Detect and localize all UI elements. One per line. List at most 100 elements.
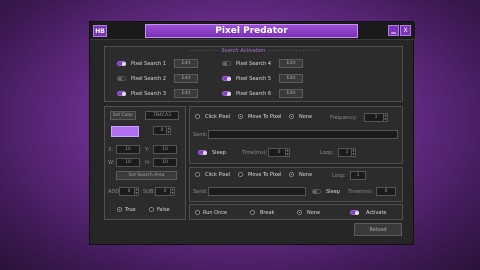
a1-none-label: None — [299, 114, 313, 120]
spinner-arrows-icon: ▲ ▼ — [166, 126, 170, 134]
set-search-area-button[interactable]: Set Search Area — [116, 171, 177, 180]
pixel-search-3-label: Pixel Search 3 — [131, 91, 167, 97]
y-label: Y: — [145, 147, 150, 153]
pixel-search-5-label: Pixel Search 5 — [236, 76, 272, 82]
pixel-search-2-label: Pixel Search 2 — [131, 76, 167, 82]
pixel-search-1-label: Pixel Search 1 — [131, 61, 167, 67]
minimize-button[interactable]: ▁ — [388, 25, 399, 36]
close-button[interactable]: X — [400, 25, 411, 36]
pixel-search-4-edit-button[interactable]: Edit — [279, 59, 303, 68]
color-settings-panel: Set Color 7B4CA3 0 ▲ ▼ X: 10 Y: 10 W: 10 … — [104, 106, 186, 220]
none-label: None — [307, 210, 321, 216]
run-mode-panel: Run Once Break None Activate — [189, 204, 403, 220]
a1-move-to-pixel-radio[interactable] — [238, 114, 243, 119]
a1-time-value: 0 — [277, 150, 281, 155]
color-hex-field[interactable]: 7B4CA3 — [145, 111, 179, 120]
add-spinner-arrows-icon: ▲ ▼ — [134, 187, 138, 195]
pixel-search-3-edit-button[interactable]: Edit — [174, 89, 198, 98]
set-color-button[interactable]: Set Color — [110, 111, 136, 120]
search-activation-title: Search Activation — [221, 48, 266, 54]
a1-frequency-input[interactable]: 1 ▲ ▼ — [364, 113, 388, 122]
pixel-search-2-edit-button[interactable]: Edit — [174, 74, 198, 83]
a1-sleep-label: Sleep — [212, 150, 226, 156]
window-title: Pixel Predator — [145, 24, 358, 38]
a2-click-pixel-radio[interactable] — [195, 172, 200, 177]
a2-send-label: Send: — [193, 189, 208, 195]
run-once-label: Run Once — [203, 210, 228, 216]
false-radio[interactable] — [149, 207, 154, 212]
action-2-panel: Click Pixel Move To Pixel None Loop: 1 S… — [189, 167, 403, 202]
a2-loop-label: Loop: — [332, 173, 346, 179]
a1-click-pixel-radio[interactable] — [195, 114, 200, 119]
pixel-search-6-label: Pixel Search 6 — [236, 91, 272, 97]
a1-loop-value: 1 — [345, 150, 349, 155]
pixel-search-5-edit-button[interactable]: Edit — [279, 74, 303, 83]
a1-time-arrows-icon: ▲ ▼ — [285, 148, 289, 156]
w-input[interactable]: 10 — [116, 158, 140, 167]
pixel-search-4-label: Pixel Search 4 — [236, 61, 272, 67]
a1-send-field[interactable] — [208, 130, 398, 139]
activate-toggle[interactable] — [350, 210, 359, 215]
true-radio[interactable] — [117, 207, 122, 212]
a1-move-to-pixel-label: Move To Pixel — [248, 114, 282, 120]
action-1-panel: Click Pixel Move To Pixel None Frequency… — [189, 106, 403, 164]
a2-none-radio[interactable] — [289, 172, 294, 177]
a2-click-pixel-label: Click Pixel — [205, 172, 231, 178]
sub-label: SUB: — [143, 189, 155, 195]
pixel-search-5-toggle[interactable] — [222, 76, 231, 81]
h-input[interactable]: 10 — [153, 158, 177, 167]
a2-none-label: None — [299, 172, 313, 178]
run-once-radio[interactable] — [195, 210, 200, 215]
w-label: W: — [108, 160, 115, 166]
title-bar[interactable]: HB Pixel Predator ▁ X — [90, 22, 415, 40]
a2-sleep-label: Sleep — [326, 189, 340, 195]
pixel-search-4-toggle[interactable] — [222, 61, 231, 66]
pixel-search-6-edit-button[interactable]: Edit — [279, 89, 303, 98]
sub-spinner-arrows-icon: ▲ ▼ — [170, 187, 174, 195]
a1-time-label: Time(ms): — [242, 150, 268, 156]
main-window: HB Pixel Predator ▁ X - - - - - - - - - … — [89, 21, 415, 245]
app-logo: HB — [93, 25, 107, 37]
a2-time-input[interactable]: 0 — [376, 187, 396, 196]
a1-loop-label: Loop: — [320, 150, 334, 156]
search-activation-group: - - - - - - - - - Search Activation - - … — [104, 46, 403, 102]
none-radio[interactable] — [297, 210, 302, 215]
pixel-search-6-toggle[interactable] — [222, 91, 231, 96]
y-input[interactable]: 10 — [153, 145, 177, 154]
add-value: 0 — [127, 189, 131, 194]
pixel-search-3-toggle[interactable] — [117, 91, 126, 96]
a1-sleep-toggle[interactable] — [198, 150, 207, 155]
a1-frequency-value: 1 — [374, 115, 378, 120]
minimize-icon: ▁ — [391, 27, 396, 34]
a2-sleep-toggle[interactable] — [312, 189, 321, 194]
a1-send-label: Send: — [193, 132, 208, 138]
sub-input[interactable]: 0 ▲ ▼ — [155, 187, 175, 196]
a1-loop-arrows-icon: ▲ ▼ — [351, 148, 355, 156]
shade-value: 0 — [160, 128, 164, 133]
pixel-search-1-toggle[interactable] — [117, 61, 126, 66]
a1-time-input[interactable]: 0 ▲ ▼ — [268, 148, 290, 157]
true-label: True — [125, 207, 136, 213]
reload-button[interactable]: Reload — [354, 223, 402, 236]
h-label: H: — [145, 160, 151, 166]
a1-click-pixel-label: Click Pixel — [205, 114, 231, 120]
break-radio[interactable] — [250, 210, 255, 215]
a1-loop-input[interactable]: 1 ▲ ▼ — [338, 148, 356, 157]
pixel-search-1-edit-button[interactable]: Edit — [174, 59, 198, 68]
shade-spinner[interactable]: 0 ▲ ▼ — [153, 126, 171, 135]
color-swatch — [111, 126, 139, 137]
x-input[interactable]: 10 — [116, 145, 140, 154]
break-label: Break — [260, 210, 275, 216]
a2-move-to-pixel-label: Move To Pixel — [248, 172, 282, 178]
a2-loop-input[interactable]: 1 — [350, 171, 366, 180]
a2-send-field[interactable] — [208, 187, 306, 196]
sub-value: 0 — [163, 189, 167, 194]
false-label: False — [157, 207, 170, 213]
a2-move-to-pixel-radio[interactable] — [238, 172, 243, 177]
a1-none-radio[interactable] — [289, 114, 294, 119]
a1-frequency-label: Frequency: — [330, 115, 358, 121]
a2-time-label: Time(ms): — [348, 189, 374, 195]
pixel-search-2-toggle[interactable] — [117, 76, 126, 81]
add-input[interactable]: 0 ▲ ▼ — [119, 187, 139, 196]
x-label: X: — [108, 147, 114, 153]
